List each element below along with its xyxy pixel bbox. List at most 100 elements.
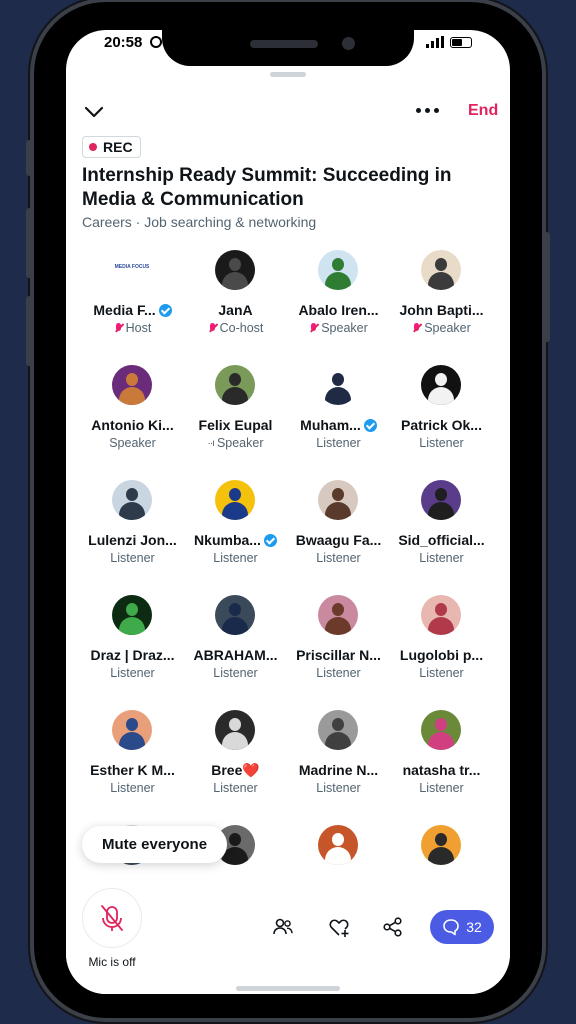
people-icon[interactable]: [272, 916, 294, 938]
participant-role-text: Listener: [213, 551, 258, 565]
participant-name-text: Priscillar N...: [296, 647, 381, 663]
avatar[interactable]: [215, 595, 255, 635]
avatar-figure: [435, 258, 447, 271]
avatar-figure: [435, 373, 447, 386]
chat-count: 32: [466, 919, 482, 935]
avatar-figure: [229, 488, 241, 501]
avatar-figure: [229, 603, 241, 616]
participant-card[interactable]: Patrick Ok... Listener: [390, 365, 493, 480]
participant-card[interactable]: MEDIA FOCUS Media F... Host: [81, 250, 184, 365]
avatar[interactable]: [421, 480, 461, 520]
end-space-button[interactable]: End: [468, 102, 498, 120]
sheet-drag-handle[interactable]: [270, 72, 306, 77]
avatar-figure: [428, 732, 454, 750]
avatar[interactable]: [215, 365, 255, 405]
participant-card[interactable]: Sid_official... Listener: [390, 480, 493, 595]
participant-card[interactable]: Antonio Ki... Speaker: [81, 365, 184, 480]
avatar-figure: [332, 258, 344, 271]
avatar[interactable]: [112, 710, 152, 750]
participant-name-text: Sid_official...: [398, 532, 485, 548]
avatar-figure: [428, 847, 454, 865]
avatar[interactable]: [215, 250, 255, 290]
avatar[interactable]: [421, 825, 461, 865]
mute-everyone-button[interactable]: Mute everyone: [82, 826, 228, 863]
participant-name: Lugolobi p...: [390, 647, 493, 663]
avatar[interactable]: [421, 710, 461, 750]
participant-card[interactable]: natasha tr... Listener: [390, 710, 493, 825]
avatar[interactable]: [318, 825, 358, 865]
avatar[interactable]: [215, 480, 255, 520]
participant-card[interactable]: Lugolobi p... Listener: [390, 595, 493, 710]
participant-card[interactable]: Nkumba... Listener: [184, 480, 287, 595]
recording-label: REC: [103, 139, 133, 155]
participant-role-text: Listener: [110, 551, 155, 565]
avatar-figure: [126, 603, 138, 616]
status-time: 20:58: [104, 34, 143, 51]
participant-name: John Bapti...: [390, 302, 493, 318]
participant-role: Listener: [184, 666, 287, 680]
avatar-figure: [222, 272, 248, 290]
avatar[interactable]: [421, 250, 461, 290]
avatar[interactable]: [318, 710, 358, 750]
app-screen: 20:58 End REC Internship Ready Summit: S…: [66, 30, 510, 994]
share-icon[interactable]: [382, 916, 404, 938]
avatar-figure: [428, 617, 454, 635]
avatar-figure: [229, 373, 241, 386]
participant-role: Listener: [184, 551, 287, 565]
participant-name-text: natasha tr...: [402, 762, 481, 778]
avatar[interactable]: [421, 595, 461, 635]
participant-role-text: Listener: [419, 436, 464, 450]
participant-name-text: Patrick Ok...: [401, 417, 482, 433]
avatar[interactable]: [318, 250, 358, 290]
participant-card[interactable]: Felix Eupal ··ı Speaker: [184, 365, 287, 480]
avatar-figure: [325, 617, 351, 635]
participant-card[interactable]: John Bapti... Speaker: [390, 250, 493, 365]
avatar[interactable]: [318, 595, 358, 635]
participant-card[interactable]: Bree❤️ Listener: [184, 710, 287, 825]
phone-side-button: [26, 296, 32, 366]
more-options-icon[interactable]: [416, 108, 439, 113]
participant-card[interactable]: Madrine N... Listener: [287, 710, 390, 825]
participant-card[interactable]: Esther K M... Listener: [81, 710, 184, 825]
participant-card[interactable]: ABRAHAM... Listener: [184, 595, 287, 710]
avatar-figure: [435, 718, 447, 731]
avatar[interactable]: [318, 365, 358, 405]
heart-add-icon[interactable]: [328, 916, 350, 938]
participant-card[interactable]: Draz | Draz... Listener: [81, 595, 184, 710]
participant-card[interactable]: Bwaagu Fa... Listener: [287, 480, 390, 595]
participant-card[interactable]: JanA Co-host: [184, 250, 287, 365]
participant-name: JanA: [184, 302, 287, 318]
participant-card[interactable]: Priscillar N... Listener: [287, 595, 390, 710]
participant-card[interactable]: Lulenzi Jon... Listener: [81, 480, 184, 595]
avatar-figure: [119, 617, 145, 635]
participant-role: Listener: [287, 666, 390, 680]
avatar-logo: MEDIA FOCUS: [114, 264, 150, 270]
avatar[interactable]: [112, 595, 152, 635]
participant-name-text: Felix Eupal: [198, 417, 273, 433]
participant-card[interactable]: Muham... Listener: [287, 365, 390, 480]
participant-card[interactable]: Abalo Iren... Speaker: [287, 250, 390, 365]
participant-name: Muham...: [287, 417, 390, 433]
avatar-figure: [332, 603, 344, 616]
participant-name-text: Antonio Ki...: [91, 417, 174, 433]
participant-name-text: Media F...: [93, 302, 156, 318]
avatar[interactable]: [112, 480, 152, 520]
avatar[interactable]: [421, 365, 461, 405]
participant-role: Co-host: [184, 321, 287, 335]
participant-role: Listener: [81, 666, 184, 680]
participant-role: Listener: [287, 436, 390, 450]
participant-role-text: Listener: [110, 781, 155, 795]
participant-role: Listener: [390, 436, 493, 450]
chevron-down-icon[interactable]: [84, 104, 104, 120]
avatar-figure: [325, 387, 351, 405]
participant-role-text: Listener: [419, 666, 464, 680]
mic-toggle-button[interactable]: [82, 888, 142, 948]
avatar[interactable]: [215, 710, 255, 750]
avatar[interactable]: [112, 365, 152, 405]
participant-role-text: Speaker: [109, 436, 156, 450]
avatar[interactable]: MEDIA FOCUS: [112, 250, 152, 290]
participant-role-text: Speaker: [424, 321, 471, 335]
avatar[interactable]: [318, 480, 358, 520]
phone-side-button: [544, 232, 550, 342]
chat-button[interactable]: 32: [430, 910, 494, 944]
